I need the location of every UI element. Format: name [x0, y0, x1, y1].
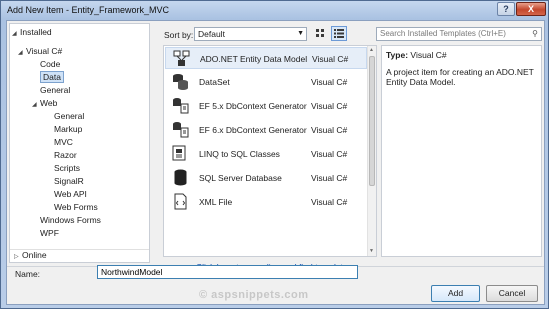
- template-item-linq-to-sql-classes[interactable]: LINQ to SQL Classes Visual C#: [165, 143, 367, 165]
- scrollbar-thumb[interactable]: [369, 56, 375, 186]
- dbcontext-generator-icon: [173, 98, 189, 114]
- sort-by-dropdown[interactable]: Default ▼: [194, 27, 307, 41]
- collapse-arrow-icon[interactable]: ◢: [12, 29, 20, 40]
- template-item-ef5-dbcontext-generator[interactable]: EF 5.x DbContext Generator Visual C#: [165, 95, 367, 117]
- tree-label: Installed: [20, 27, 52, 37]
- watermark: © aspsnippets.com: [199, 289, 309, 301]
- tree-node-wpf[interactable]: WPF: [40, 228, 59, 239]
- tree-label: Web: [40, 98, 58, 108]
- database-icon: [174, 169, 187, 186]
- template-name: EF 6.x DbContext Generator: [199, 125, 307, 135]
- tree-label: Scripts: [54, 163, 80, 173]
- template-name: EF 5.x DbContext Generator: [199, 101, 307, 111]
- template-language: Visual C#: [311, 149, 348, 159]
- sort-by-label: Sort by:: [164, 30, 194, 40]
- search-icon[interactable]: ⚲: [532, 28, 538, 40]
- close-button[interactable]: X: [516, 2, 546, 16]
- tree-node-web-razor[interactable]: Razor: [54, 150, 77, 161]
- tree-label: Code: [40, 59, 61, 69]
- template-item-ef6-dbcontext-generator[interactable]: EF 6.x DbContext Generator Visual C#: [165, 119, 367, 141]
- help-button[interactable]: ?: [497, 2, 515, 16]
- tree-label: WPF: [40, 228, 59, 238]
- template-name: LINQ to SQL Classes: [199, 149, 280, 159]
- tree-node-web-mvc[interactable]: MVC: [54, 137, 73, 148]
- tree-label: Windows Forms: [40, 215, 101, 225]
- add-button[interactable]: Add: [431, 285, 480, 302]
- tree-node-web-general[interactable]: General: [54, 111, 84, 122]
- add-new-item-dialog: Add New Item - Entity_Framework_MVC ? X …: [0, 0, 549, 309]
- template-language: Visual C#: [311, 125, 348, 135]
- name-label: Name:: [15, 269, 41, 279]
- tree-label: Web Forms: [54, 202, 98, 212]
- type-label: Type:: [386, 50, 409, 60]
- type-value: Visual C#: [410, 50, 447, 60]
- tree-label-selected: Data: [40, 71, 64, 83]
- grid-view-icon: [316, 29, 324, 37]
- tree-label: Web API: [54, 189, 87, 199]
- tree-node-visual-csharp[interactable]: ◢ Visual C#: [18, 46, 62, 57]
- expand-arrow-icon[interactable]: ▷: [14, 252, 22, 263]
- tree-label: General: [54, 111, 85, 121]
- name-input[interactable]: [97, 265, 358, 279]
- tree-node-installed[interactable]: ◢ Installed: [12, 27, 52, 38]
- dbcontext-generator-icon: [173, 122, 189, 138]
- template-category-tree[interactable]: ◢ Installed ◢ Visual C# Code Data General …: [9, 23, 150, 263]
- cancel-button[interactable]: Cancel: [486, 285, 538, 302]
- grid-view-button[interactable]: [313, 26, 329, 41]
- linq-to-sql-icon: [172, 145, 186, 161]
- description-text: A project item for creating an ADO.NET E…: [386, 67, 534, 87]
- template-name: DataSet: [199, 77, 230, 87]
- template-item-ado-net-entity-data-model[interactable]: ADO.NET Entity Data Model Visual C#: [165, 47, 367, 69]
- entity-model-icon: [173, 50, 190, 66]
- tree-node-web-scripts[interactable]: Scripts: [54, 163, 80, 174]
- template-name: XML File: [199, 197, 233, 207]
- tree-label: Visual C#: [26, 46, 63, 56]
- template-item-xml-file[interactable]: XML File Visual C#: [165, 191, 367, 213]
- xml-file-icon: [174, 193, 187, 210]
- window-title: Add New Item - Entity_Framework_MVC: [7, 5, 170, 15]
- scroll-down-icon[interactable]: ▼: [369, 248, 374, 254]
- title-bar: Add New Item - Entity_Framework_MVC ? X: [1, 1, 548, 19]
- type-line: Type: Visual C#: [386, 50, 537, 60]
- tree-node-web-signalr[interactable]: SignalR: [54, 176, 84, 187]
- template-language: Visual C#: [311, 101, 348, 111]
- template-language: Visual C#: [311, 77, 348, 87]
- template-list-scrollbar[interactable]: ▲ ▼: [367, 46, 376, 256]
- tree-node-general[interactable]: General: [40, 85, 70, 96]
- chevron-down-icon: ▼: [297, 30, 304, 37]
- template-list[interactable]: ADO.NET Entity Data Model Visual C# Data…: [163, 45, 377, 272]
- dialog-client-area: ◢ Installed ◢ Visual C# Code Data General …: [6, 20, 545, 305]
- search-placeholder: Search Installed Templates (Ctrl+E): [380, 29, 506, 38]
- template-item-sql-server-database[interactable]: SQL Server Database Visual C#: [165, 167, 367, 189]
- list-view-button[interactable]: [331, 26, 347, 41]
- tree-label: General: [40, 85, 71, 95]
- collapse-arrow-icon[interactable]: ◢: [32, 100, 40, 111]
- template-name: ADO.NET Entity Data Model: [200, 54, 308, 64]
- template-language: Visual C#: [311, 197, 348, 207]
- template-language: Visual C#: [312, 54, 349, 64]
- scroll-up-icon[interactable]: ▲: [369, 47, 374, 53]
- tree-node-web-api[interactable]: Web API: [54, 189, 87, 200]
- template-item-dataset[interactable]: DataSet Visual C#: [165, 71, 367, 93]
- tree-node-data[interactable]: Data: [40, 71, 64, 83]
- tree-label: MVC: [54, 137, 73, 147]
- tree-node-code[interactable]: Code: [40, 59, 60, 70]
- template-name: SQL Server Database: [199, 173, 282, 183]
- tree-node-web-forms[interactable]: Web Forms: [54, 202, 98, 213]
- dataset-icon: [173, 74, 188, 90]
- tree-label: Online: [22, 250, 47, 260]
- tree-label: SignalR: [54, 176, 84, 186]
- tree-node-web[interactable]: ◢ Web: [32, 98, 57, 109]
- template-description-panel: Type: Visual C# A project item for creat…: [381, 45, 542, 257]
- tree-node-windows-forms[interactable]: Windows Forms: [40, 215, 101, 226]
- tree-label: Razor: [54, 150, 77, 160]
- template-language: Visual C#: [311, 173, 348, 183]
- tree-label: Markup: [54, 124, 83, 134]
- search-templates-input[interactable]: Search Installed Templates (Ctrl+E) ⚲: [376, 27, 542, 41]
- list-view-icon: [334, 29, 344, 38]
- collapse-arrow-icon[interactable]: ◢: [18, 48, 26, 59]
- sort-by-value: Default: [198, 29, 225, 39]
- tree-node-online[interactable]: ▷ Online: [14, 250, 47, 261]
- tree-node-web-markup[interactable]: Markup: [54, 124, 82, 135]
